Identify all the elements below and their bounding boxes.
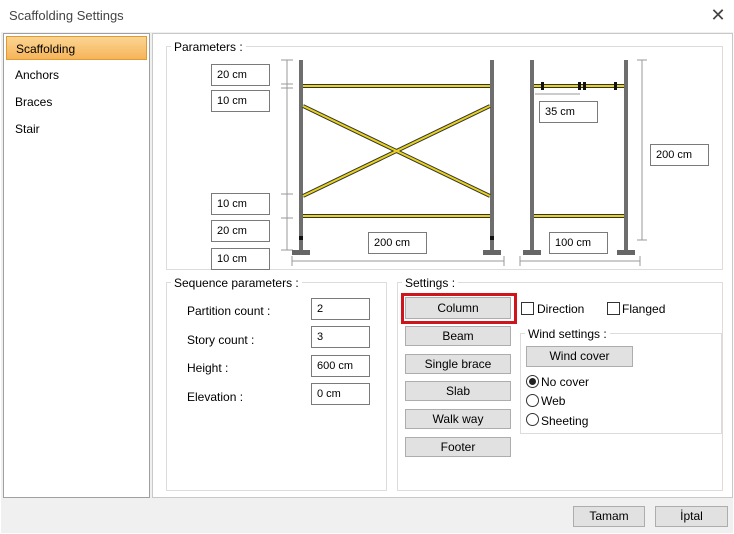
beam-gap-top-field[interactable]: 10 cm: [211, 90, 270, 112]
sidebar-item-scaffolding[interactable]: Scaffolding: [6, 36, 147, 60]
direction-checkbox[interactable]: [521, 302, 534, 315]
web-label: Web: [541, 394, 566, 408]
front-foot-right: [483, 250, 501, 255]
front-post-left: [299, 60, 303, 250]
web-radio[interactable]: [526, 394, 539, 407]
flanged-checkbox[interactable]: [607, 302, 620, 315]
sequence-label: Sequence parameters :: [171, 276, 302, 290]
frame-width-field[interactable]: 200 cm: [368, 232, 427, 254]
sidebar-item-anchors[interactable]: Anchors: [6, 63, 147, 87]
front-post-right: [490, 60, 494, 250]
side-height-field[interactable]: 200 cm: [650, 144, 709, 166]
height-field[interactable]: 600 cm: [311, 355, 370, 377]
cancel-button[interactable]: İptal: [655, 506, 728, 527]
title-bar: Scaffolding Settings: [0, 0, 734, 32]
side-post-left: [530, 60, 534, 250]
beam-gap-bottom-field[interactable]: 10 cm: [211, 193, 270, 215]
single-brace-button[interactable]: Single brace: [405, 354, 511, 374]
walk-way-button[interactable]: Walk way: [405, 409, 511, 429]
side-foot-right: [617, 250, 635, 255]
wind-settings-label: Wind settings :: [525, 327, 610, 341]
wind-cover-button[interactable]: Wind cover: [526, 346, 633, 367]
story-count-field[interactable]: 3: [311, 326, 370, 348]
close-icon[interactable]: ✕: [707, 4, 729, 26]
direction-label: Direction: [537, 302, 585, 316]
column-button[interactable]: Column: [405, 297, 511, 319]
story-count-label: Story count :: [187, 333, 255, 347]
side-foot-left: [523, 250, 541, 255]
window-title: Scaffolding Settings: [9, 8, 124, 23]
ok-button[interactable]: Tamam: [573, 506, 645, 527]
flanged-label: Flanged: [622, 302, 666, 316]
elevation-field[interactable]: 0 cm: [311, 383, 370, 405]
bottom-offset-field[interactable]: 20 cm: [211, 220, 270, 242]
beam-button[interactable]: Beam: [405, 326, 511, 346]
partition-count-field[interactable]: 2: [311, 298, 370, 320]
height-label: Height :: [187, 361, 229, 375]
elevation-label: Elevation :: [187, 390, 244, 404]
side-width-field[interactable]: 100 cm: [549, 232, 608, 254]
front-foot-left: [292, 250, 310, 255]
foot-height-field[interactable]: 10 cm: [211, 248, 270, 270]
top-offset-field[interactable]: 20 cm: [211, 64, 270, 86]
sheeting-radio[interactable]: [526, 413, 539, 426]
no-cover-label: No cover: [541, 375, 590, 389]
footer-button[interactable]: Footer: [405, 437, 511, 457]
settings-label: Settings :: [402, 276, 459, 290]
sidebar-item-stair[interactable]: Stair: [6, 117, 147, 141]
no-cover-radio[interactable]: [526, 375, 539, 388]
sheeting-label: Sheeting: [541, 414, 589, 428]
sidebar: Scaffolding Anchors Braces Stair: [3, 33, 150, 498]
slab-button[interactable]: Slab: [405, 381, 511, 401]
sidebar-item-braces[interactable]: Braces: [6, 90, 147, 114]
partition-count-label: Partition count :: [187, 304, 271, 318]
side-offset-field[interactable]: 35 cm: [539, 101, 598, 123]
side-post-right: [624, 60, 628, 250]
